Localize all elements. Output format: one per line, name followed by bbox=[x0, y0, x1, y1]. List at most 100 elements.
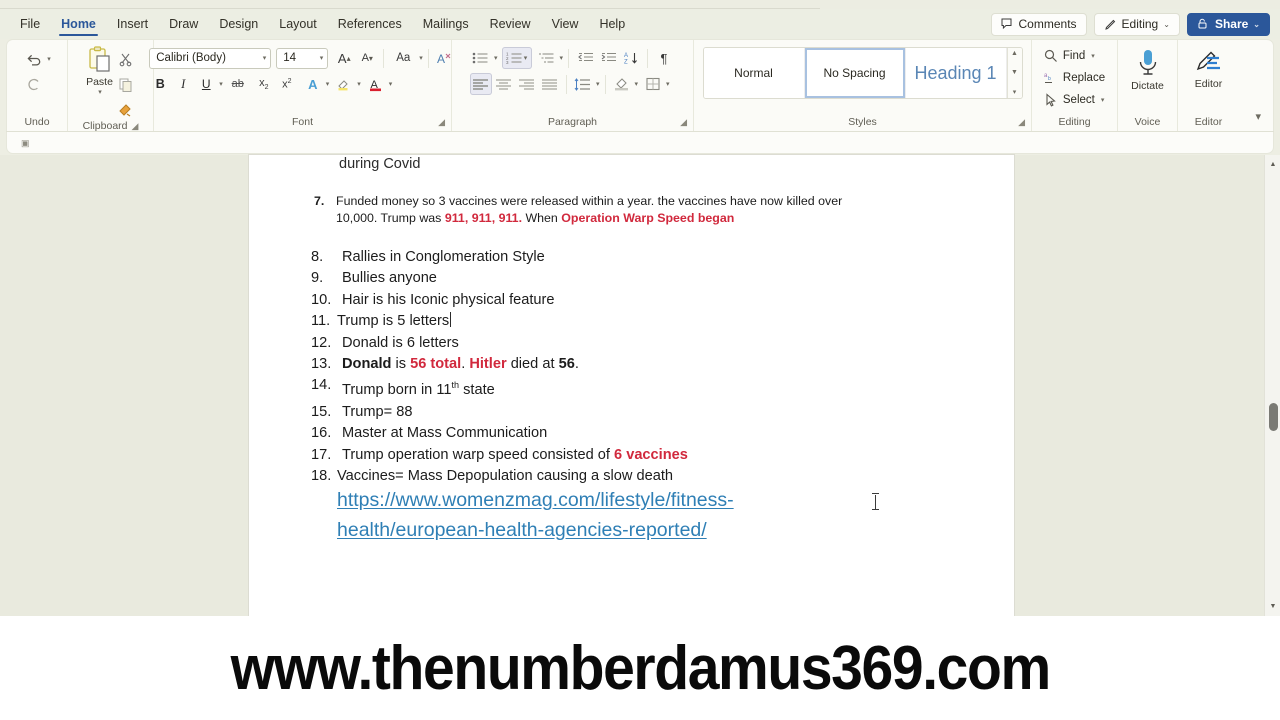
chevron-down-icon[interactable]: ▾ bbox=[263, 54, 267, 62]
copy-button[interactable] bbox=[115, 73, 137, 95]
list-item-13[interactable]: 13. Donald is 56 total. Hitler died at 5… bbox=[311, 354, 871, 375]
text-effects-button[interactable]: A bbox=[302, 73, 324, 95]
list-item-16[interactable]: 16. Master at Mass Communication bbox=[311, 423, 871, 444]
paste-button[interactable]: Paste ▾ bbox=[85, 45, 115, 96]
list-item-7[interactable]: 7. Funded money so 3 vaccines were relea… bbox=[314, 193, 874, 227]
borders-button[interactable] bbox=[642, 73, 664, 95]
grow-font-button[interactable]: A ▴ bbox=[333, 47, 355, 69]
format-painter-button[interactable] bbox=[115, 98, 137, 120]
tab-draw[interactable]: Draw bbox=[159, 14, 208, 35]
align-right-button[interactable] bbox=[516, 73, 538, 95]
tab-file[interactable]: File bbox=[10, 14, 50, 35]
underline-button[interactable]: U bbox=[195, 73, 217, 95]
align-center-button[interactable] bbox=[493, 73, 515, 95]
font-dialog-launcher[interactable]: ◢ bbox=[438, 117, 445, 128]
tab-review[interactable]: Review bbox=[480, 14, 541, 35]
style-no-spacing[interactable]: No Spacing bbox=[804, 48, 906, 98]
editing-mode-button[interactable]: Editing ⌄ bbox=[1093, 12, 1180, 36]
cut-button[interactable] bbox=[115, 48, 137, 70]
shrink-font-button[interactable]: A ▾ bbox=[356, 47, 378, 69]
sort-button[interactable]: AZ bbox=[620, 47, 642, 69]
chevron-down-icon[interactable]: ▾ bbox=[1091, 52, 1095, 60]
scrollbar-thumb[interactable] bbox=[1269, 403, 1278, 431]
font-size-combobox[interactable]: 14 ▾ bbox=[276, 47, 329, 69]
numbered-list[interactable]: 8. Rallies in Conglomeration Style 9. Bu… bbox=[311, 247, 871, 487]
dictate-button[interactable]: Dictate bbox=[1126, 45, 1169, 94]
vertical-scrollbar[interactable]: ▲ ▼ bbox=[1264, 155, 1280, 616]
chevron-down-icon[interactable]: ▾ bbox=[98, 88, 102, 96]
tab-view[interactable]: View bbox=[542, 14, 589, 35]
change-case-button[interactable]: Aa bbox=[389, 47, 417, 69]
superscript-button[interactable]: x2 bbox=[276, 73, 298, 95]
bold-button[interactable]: B bbox=[149, 73, 171, 95]
list-item-11[interactable]: 11. Trump is 5 letters bbox=[311, 311, 871, 332]
redo-button[interactable] bbox=[23, 72, 45, 94]
style-scroll-up-icon[interactable]: ▲ bbox=[1011, 50, 1018, 57]
multilevel-list-button[interactable] bbox=[536, 47, 558, 69]
chevron-down-icon[interactable]: ▾ bbox=[596, 80, 600, 88]
decrease-indent-button[interactable] bbox=[574, 47, 596, 69]
italic-button[interactable]: I bbox=[172, 73, 194, 95]
list-item-9[interactable]: 9. Bullies anyone bbox=[311, 268, 871, 289]
strikethrough-button[interactable]: ab bbox=[227, 73, 249, 95]
document-hyperlink[interactable]: https://www.womenzmag.com/lifestyle/fitn… bbox=[337, 485, 857, 545]
select-button[interactable]: Select ▾ bbox=[1044, 89, 1104, 110]
tab-insert[interactable]: Insert bbox=[107, 14, 158, 35]
bullets-button[interactable] bbox=[470, 47, 492, 69]
style-normal[interactable]: Normal bbox=[703, 48, 805, 98]
style-gallery-more-icon[interactable]: ▾ bbox=[1013, 88, 1017, 96]
align-left-button[interactable] bbox=[469, 73, 492, 95]
scroll-up-arrow-icon[interactable]: ▲ bbox=[1265, 157, 1280, 172]
tab-help[interactable]: Help bbox=[589, 14, 635, 35]
chevron-down-icon[interactable]: ▾ bbox=[560, 54, 564, 62]
list-item-17[interactable]: 17. Trump operation warp speed consisted… bbox=[311, 445, 871, 466]
list-item-10[interactable]: 10. Hair is his Iconic physical feature bbox=[311, 290, 871, 311]
tab-stop-marker-icon[interactable]: ▣ bbox=[21, 138, 30, 149]
chevron-down-icon[interactable]: ▾ bbox=[635, 80, 639, 88]
chevron-down-icon[interactable]: ▾ bbox=[524, 54, 528, 62]
ribbon-collapse-button[interactable]: ▾ bbox=[1255, 110, 1273, 131]
font-name-combobox[interactable]: Calibri (Body) ▾ bbox=[149, 47, 272, 69]
increase-indent-button[interactable] bbox=[597, 47, 619, 69]
chevron-down-icon[interactable]: ▾ bbox=[419, 54, 423, 62]
subscript-button[interactable]: x2 bbox=[253, 73, 275, 95]
chevron-down-icon[interactable]: ▾ bbox=[666, 80, 670, 88]
list-item-15[interactable]: 15. Trump= 88 bbox=[311, 402, 871, 423]
clipboard-dialog-launcher[interactable]: ◢ bbox=[132, 121, 139, 132]
text-highlight-button[interactable] bbox=[333, 73, 355, 95]
tab-references[interactable]: References bbox=[328, 14, 412, 35]
ruler-bar[interactable]: ▣ bbox=[6, 132, 1274, 154]
scroll-down-arrow-icon[interactable]: ▼ bbox=[1265, 599, 1280, 614]
tab-design[interactable]: Design bbox=[209, 14, 268, 35]
chevron-down-icon[interactable]: ▾ bbox=[320, 54, 324, 62]
tab-mailings[interactable]: Mailings bbox=[413, 14, 479, 35]
style-heading-1[interactable]: Heading 1 bbox=[905, 48, 1007, 98]
shading-button[interactable] bbox=[611, 73, 633, 95]
styles-dialog-launcher[interactable]: ◢ bbox=[1018, 117, 1025, 128]
justify-button[interactable] bbox=[539, 73, 561, 95]
list-item-8[interactable]: 8. Rallies in Conglomeration Style bbox=[311, 247, 871, 268]
chevron-down-icon[interactable]: ▾ bbox=[47, 55, 51, 63]
editor-button[interactable]: Editor bbox=[1188, 45, 1230, 92]
numbering-button[interactable]: 123 ▾ bbox=[501, 47, 532, 69]
line-spacing-button[interactable] bbox=[572, 73, 594, 95]
paragraph-dialog-launcher[interactable]: ◢ bbox=[680, 117, 687, 128]
chevron-down-icon[interactable]: ▾ bbox=[326, 80, 330, 88]
list-item-14[interactable]: 14. Trump born in 11th state bbox=[311, 375, 871, 401]
chevron-down-icon[interactable]: ▾ bbox=[389, 80, 393, 88]
chevron-down-icon[interactable]: ▾ bbox=[357, 80, 361, 88]
chevron-down-icon[interactable]: ▾ bbox=[1101, 96, 1105, 104]
style-scroll-down-icon[interactable]: ▼ bbox=[1011, 69, 1018, 76]
font-color-button[interactable]: A bbox=[365, 73, 387, 95]
list-item-12[interactable]: 12. Donald is 6 letters bbox=[311, 333, 871, 354]
undo-button[interactable] bbox=[23, 48, 45, 70]
share-button[interactable]: Share ⌄ bbox=[1186, 12, 1270, 36]
find-button[interactable]: Find ▾ bbox=[1044, 45, 1095, 66]
document-page[interactable]: during Covid 7. Funded money so 3 vaccin… bbox=[249, 155, 1014, 616]
show-marks-button[interactable]: ¶ bbox=[653, 47, 675, 69]
replace-button[interactable]: ab Replace bbox=[1044, 67, 1105, 88]
chevron-down-icon[interactable]: ▾ bbox=[494, 54, 498, 62]
tab-layout[interactable]: Layout bbox=[269, 14, 327, 35]
tab-home[interactable]: Home bbox=[51, 14, 106, 36]
comments-button[interactable]: Comments bbox=[990, 12, 1087, 36]
